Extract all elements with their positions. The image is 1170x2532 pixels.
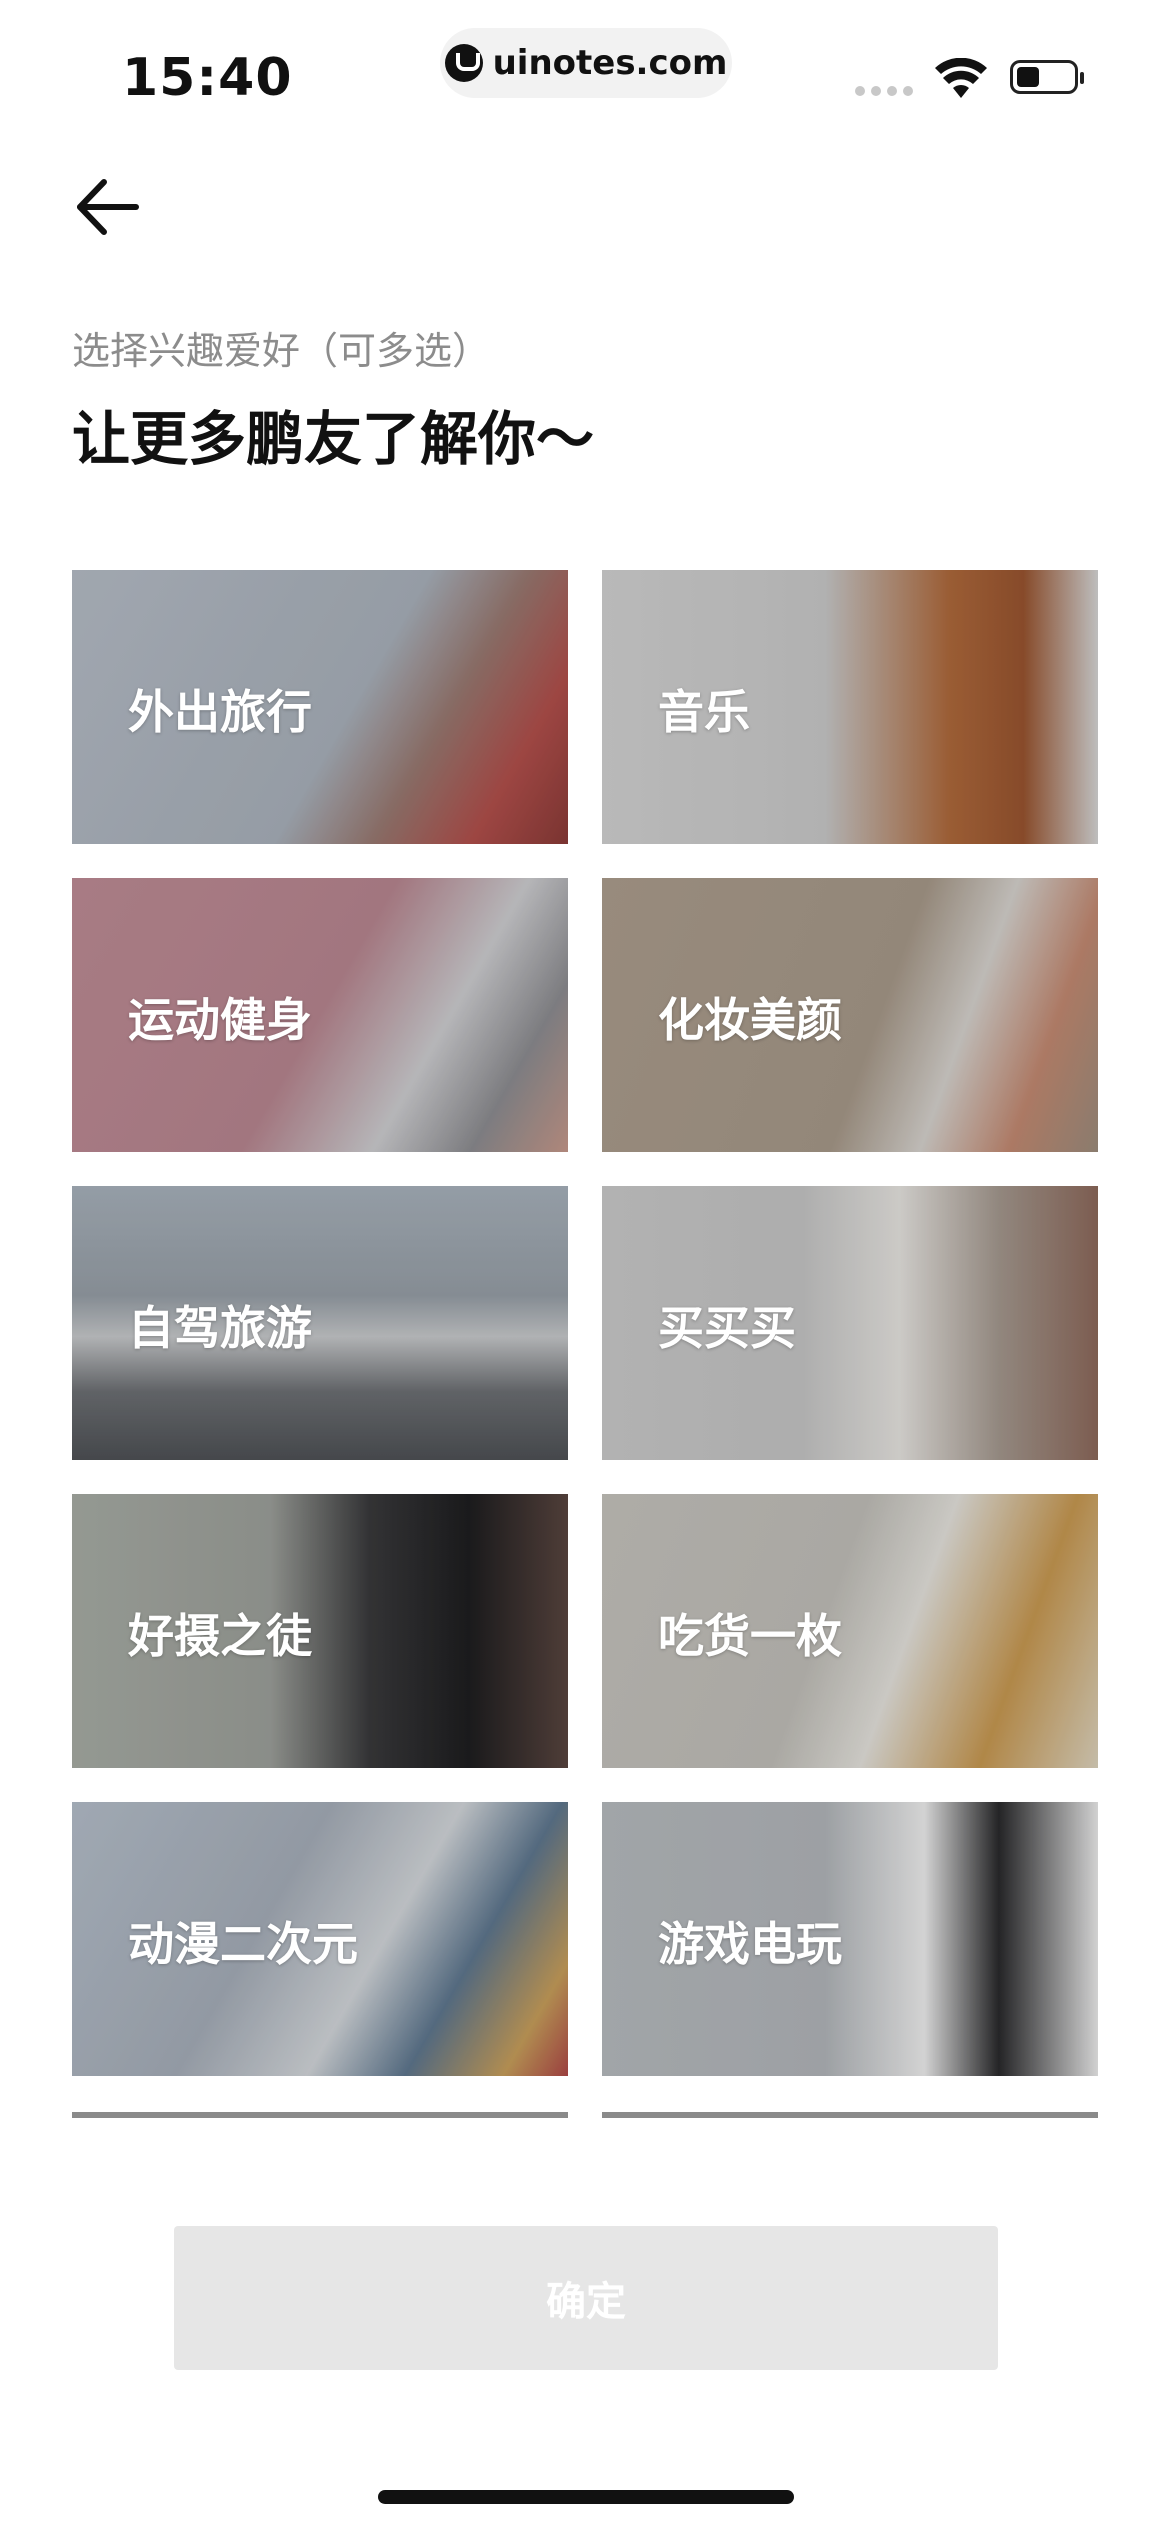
interest-card-label: 游戏电玩 <box>658 1917 842 1971</box>
interest-card-label: 外出旅行 <box>128 685 312 739</box>
interest-card-gaming[interactable]: 游戏电玩 <box>602 1802 1098 2076</box>
interest-card-label: 运动健身 <box>128 993 312 1047</box>
url-pill[interactable]: uinotes.com <box>440 28 732 98</box>
interest-card-travel[interactable]: 外出旅行 <box>72 570 568 844</box>
interest-card-partial <box>72 2112 568 2118</box>
wifi-icon <box>935 58 987 98</box>
interest-card-anime[interactable]: 动漫二次元 <box>72 1802 568 2076</box>
battery-icon <box>1010 60 1084 94</box>
interest-card-label: 化妆美颜 <box>658 993 842 1047</box>
interest-card-shopping[interactable]: 买买买 <box>602 1186 1098 1460</box>
interest-card-makeup[interactable]: 化妆美颜 <box>602 878 1098 1152</box>
interest-card-label: 自驾旅游 <box>128 1301 312 1355</box>
home-indicator[interactable] <box>378 2490 794 2504</box>
cellular-signal-icon <box>855 86 913 96</box>
interest-card-photography[interactable]: 好摄之徒 <box>72 1494 568 1768</box>
interest-card-foodie[interactable]: 吃货一枚 <box>602 1494 1098 1768</box>
page-title: 让更多鹏友了解你～ <box>72 405 595 473</box>
interest-card-road-trip[interactable]: 自驾旅游 <box>72 1186 568 1460</box>
status-time: 15:40 <box>122 48 293 108</box>
page-subtitle: 选择兴趣爱好（可多选） <box>72 329 491 373</box>
interest-card-label: 动漫二次元 <box>128 1917 358 1971</box>
confirm-button[interactable]: 确定 <box>174 2226 998 2370</box>
interest-card-partial <box>602 2112 1098 2118</box>
back-arrow-icon[interactable] <box>72 172 142 242</box>
site-logo-icon <box>444 44 483 82</box>
url-text: uinotes.com <box>492 43 728 83</box>
interest-card-label: 吃货一枚 <box>658 1609 842 1663</box>
status-bar: 15:40 uinotes.com <box>0 0 1170 140</box>
interest-card-fitness[interactable]: 运动健身 <box>72 878 568 1152</box>
interest-card-label: 买买买 <box>658 1301 796 1355</box>
interest-card-music[interactable]: 音乐 <box>602 570 1098 844</box>
interest-card-label: 音乐 <box>658 685 750 739</box>
interest-card-label: 好摄之徒 <box>128 1609 312 1663</box>
